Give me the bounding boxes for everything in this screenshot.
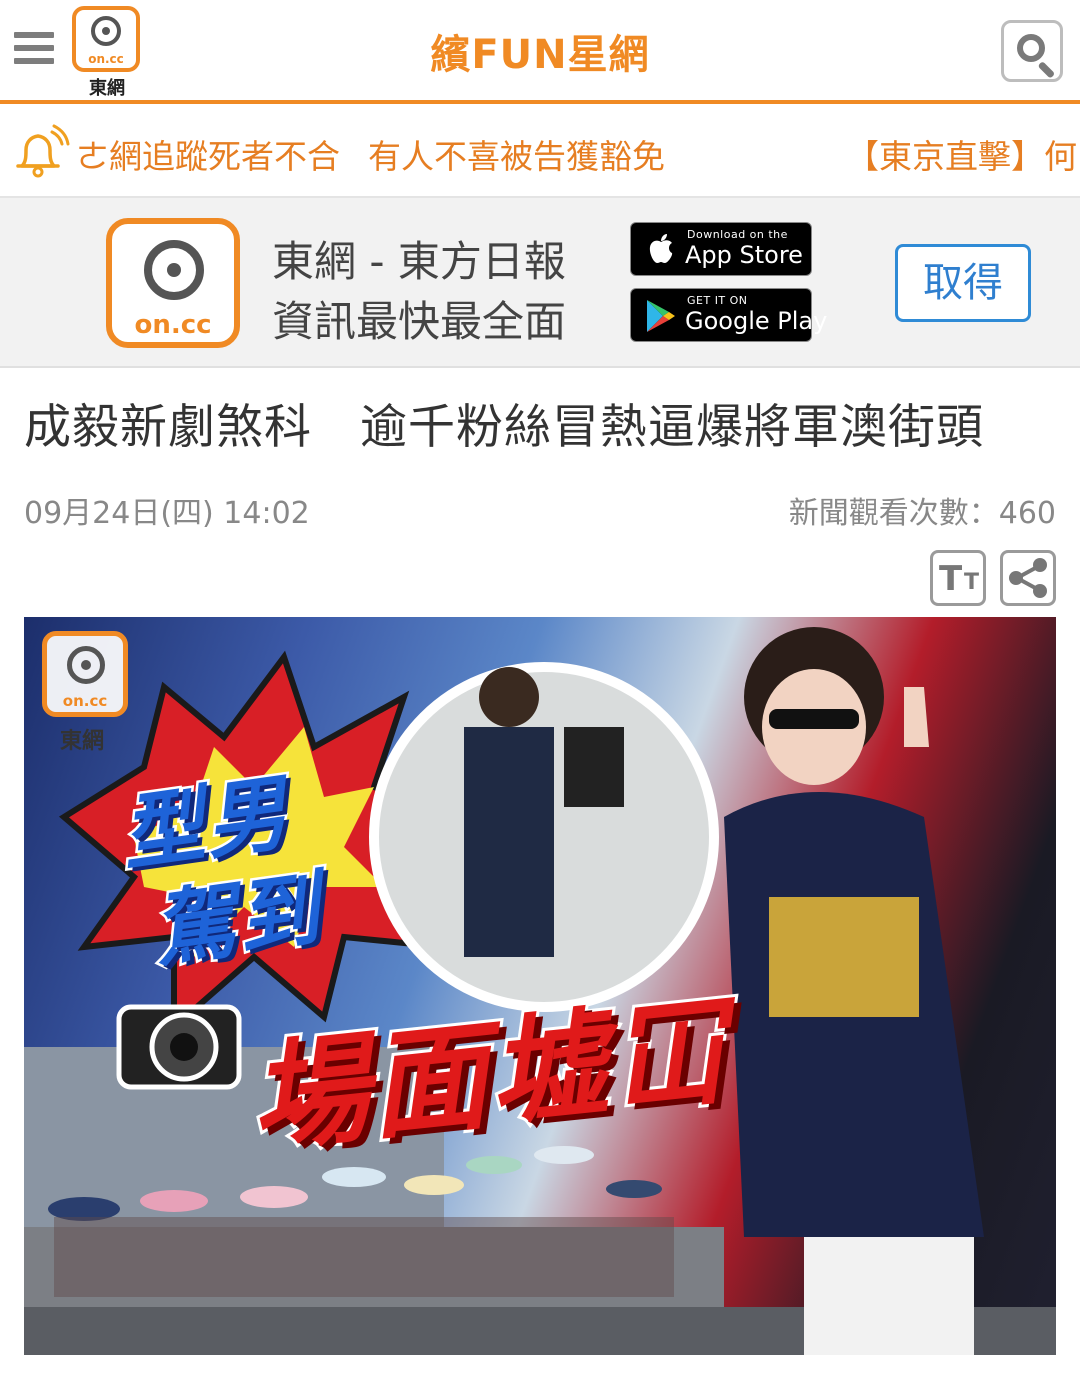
oncc-logo-text: on.cc (62, 692, 108, 710)
font-size-icon-small: T (964, 570, 980, 595)
search-icon (1017, 34, 1045, 62)
font-size-icon: T (939, 559, 963, 599)
google-play-badge[interactable]: GET IT ON Google Play (630, 288, 827, 342)
article-date: 09月24日(四) 14:02 (24, 496, 310, 531)
article-hero-image[interactable]: on.cc 東網 型男 駕到 場面墟冚 (24, 617, 1056, 1355)
apple-icon (649, 234, 673, 263)
app-banner-line1: 東網 - 東方日報 (272, 237, 566, 286)
oncc-app-logo: on.cc (106, 218, 240, 348)
news-ticker: ㄜ網追蹤死者不合 有人不喜被告獲豁免 【東京直擊】何 (0, 104, 1080, 198)
site-title[interactable]: 繽FUN星網 (0, 22, 1080, 80)
font-size-button[interactable]: T T (930, 550, 986, 606)
search-button[interactable] (1001, 20, 1063, 82)
top-header: on.cc 東網 繽FUN星網 (0, 0, 1080, 104)
article-headline: 成毅新劇煞科 逾千粉絲冒熱逼爆將軍澳街頭 (24, 400, 984, 455)
hero-logo-caption: 東網 (60, 729, 105, 754)
google-play-small-text: GET IT ON (687, 294, 748, 307)
share-icon (1009, 558, 1047, 598)
ticker-item[interactable]: 有人不喜被告獲豁免 (368, 130, 665, 178)
app-download-banner: on.cc 東網 - 東方日報 資訊最快最全面 Download on the … (0, 198, 1080, 368)
google-play-big-text: Google Play (685, 307, 828, 335)
oncc-logo-icon (144, 240, 204, 300)
get-app-button[interactable]: 取得 (895, 244, 1031, 322)
share-button[interactable] (1000, 550, 1056, 606)
ticker-item[interactable]: ㄜ網追蹤死者不合 (76, 130, 340, 178)
app-banner-line2: 資訊最快最全面 (272, 297, 567, 346)
app-store-small-text: Download on the (687, 228, 788, 241)
google-play-icon (647, 300, 675, 332)
ticker-item[interactable]: 【東京直擊】何 (846, 130, 1077, 178)
oncc-logo-text: on.cc (134, 310, 212, 340)
app-store-badge[interactable]: Download on the App Store (630, 222, 812, 276)
oncc-logo-icon (67, 646, 105, 684)
hero-blue-text-2: 駕到 (145, 859, 330, 981)
camera-graphic (116, 1004, 242, 1090)
person-right (724, 627, 984, 1355)
app-store-big-text: App Store (685, 241, 803, 269)
hero-oncc-logo: on.cc (42, 631, 128, 717)
search-icon-handle (1037, 61, 1056, 79)
bell-icon (16, 124, 70, 178)
article-view-count: 新聞觀看次數：460 (788, 496, 1056, 531)
